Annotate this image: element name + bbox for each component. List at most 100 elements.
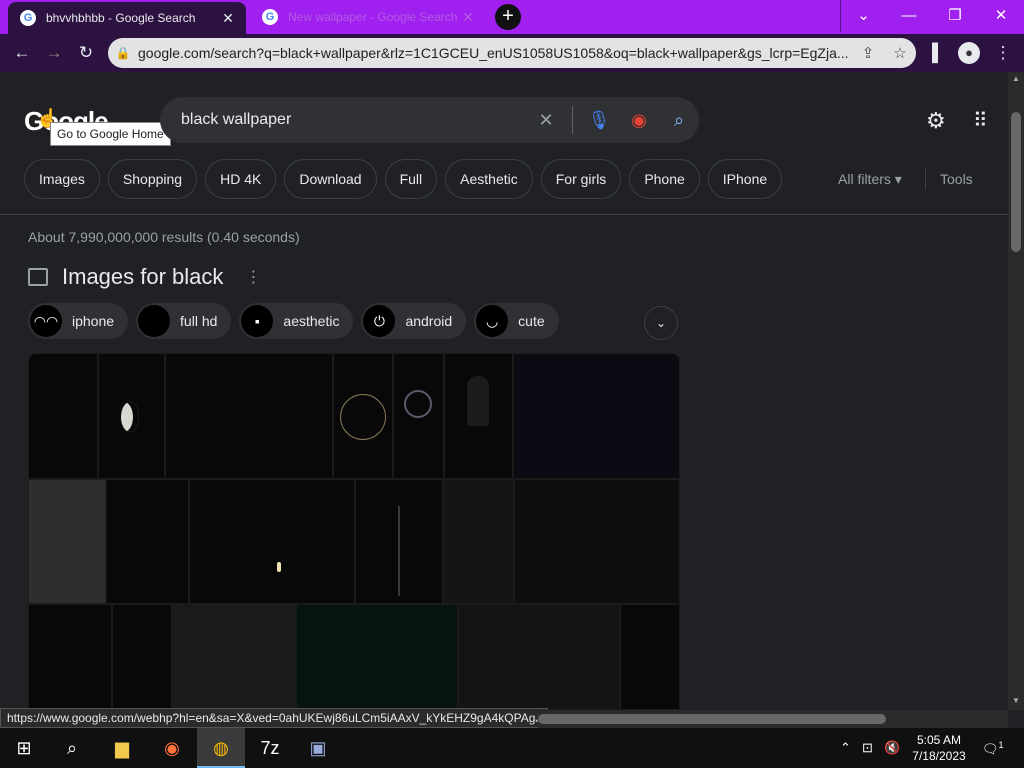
- image-thumbnail[interactable]: [333, 353, 393, 479]
- minimize-button[interactable]: —: [886, 0, 932, 32]
- search-icon[interactable]: ⌕: [659, 110, 699, 131]
- microphone-icon[interactable]: 🎙: [579, 110, 619, 131]
- share-icon[interactable]: ⇪: [852, 44, 884, 62]
- close-window-button[interactable]: ✕: [978, 0, 1024, 32]
- divider: [0, 214, 1008, 215]
- chip-phone[interactable]: Phone: [629, 159, 700, 199]
- menu-kebab-icon[interactable]: ⋮: [990, 40, 1016, 66]
- notification-center-icon[interactable]: 🗨1: [982, 740, 1004, 757]
- images-section-title[interactable]: Images for black: [62, 264, 223, 290]
- file-explorer-icon[interactable]: ▆: [98, 728, 146, 768]
- scroll-thumb[interactable]: [1011, 112, 1021, 252]
- expand-chevron-icon[interactable]: ⌄: [644, 306, 678, 340]
- image-thumbnail[interactable]: [514, 479, 680, 604]
- chrome-icon[interactable]: ◍: [197, 728, 245, 768]
- image-thumbnail[interactable]: [165, 353, 333, 479]
- lens-camera-icon[interactable]: ◉: [619, 110, 659, 131]
- clock-time: 5:05 AM: [916, 733, 962, 747]
- chip-thumbnail: ◠◠: [30, 305, 62, 337]
- horizontal-scrollbar[interactable]: [538, 710, 1008, 728]
- image-thumbnail[interactable]: [112, 604, 172, 710]
- browser-toolbar: ← → ↻ 🔒 google.com/search?q=black+wallpa…: [0, 34, 1024, 72]
- all-filters-button[interactable]: All filters ▾: [838, 171, 902, 188]
- search-icon[interactable]: ⌕: [48, 728, 96, 768]
- system-clock[interactable]: 5:05 AM 7/18/2023: [906, 732, 972, 764]
- image-thumbnail[interactable]: [28, 353, 98, 479]
- search-input[interactable]: black wallpaper: [160, 111, 526, 129]
- image-thumbnail[interactable]: [28, 604, 112, 710]
- close-icon[interactable]: ✕: [218, 10, 238, 27]
- apps-grid-icon[interactable]: ⠿: [973, 108, 988, 133]
- candle-image: [277, 562, 281, 572]
- lock-icon[interactable]: 🔒: [108, 46, 138, 60]
- image-thumbnail[interactable]: [393, 353, 444, 479]
- more-options-icon[interactable]: ⋮: [245, 267, 261, 287]
- chip-hd-4k[interactable]: HD 4K: [205, 159, 277, 199]
- clear-icon[interactable]: ✕: [526, 110, 566, 131]
- tab-search-icon[interactable]: ⌄: [840, 0, 886, 32]
- image-thumbnail[interactable]: [172, 604, 296, 710]
- tab-google-search-1[interactable]: G bhvvhbhbb - Google Search ✕: [8, 2, 246, 34]
- scroll-thumb[interactable]: [538, 714, 886, 724]
- image-thumbnail[interactable]: [355, 479, 443, 604]
- firefox-icon[interactable]: ◉: [148, 728, 196, 768]
- chip-aesthetic[interactable]: Aesthetic: [445, 159, 533, 199]
- tab-google-search-2[interactable]: G New wallpaper - Google Search ✕: [250, 0, 486, 34]
- image-thumbnail[interactable]: [296, 604, 458, 710]
- windows-start-icon[interactable]: ⊞: [0, 728, 48, 768]
- address-bar[interactable]: 🔒 google.com/search?q=black+wallpaper&rl…: [108, 38, 916, 68]
- tab-strip: G bhvvhbhbb - Google Search ✕ G New wall…: [0, 0, 1024, 34]
- all-filters-label: All filters: [838, 171, 891, 187]
- profile-avatar-icon[interactable]: ●: [958, 42, 980, 64]
- chip-shopping[interactable]: Shopping: [107, 159, 198, 199]
- moon-image: [121, 402, 139, 432]
- scroll-up-icon[interactable]: ▲: [1008, 74, 1024, 83]
- chip-thumbnail: ◡: [476, 305, 509, 337]
- refine-chip-label: cute: [518, 313, 545, 329]
- image-icon: [28, 268, 48, 286]
- chip-thumbnail: ▪: [241, 305, 274, 337]
- reload-icon[interactable]: ↻: [73, 40, 99, 66]
- image-thumbnail[interactable]: [458, 604, 620, 710]
- back-icon[interactable]: ←: [9, 40, 35, 66]
- status-bar-link: https://www.google.com/webhp?hl=en&sa=X&…: [0, 708, 549, 728]
- hooded-figure-image: [467, 376, 489, 426]
- rose-stem-image: [398, 506, 400, 596]
- tab-title: New wallpaper - Google Search: [288, 10, 458, 24]
- image-thumbnail[interactable]: [106, 479, 189, 604]
- chip-iphone[interactable]: IPhone: [707, 159, 783, 199]
- refine-chip-cute[interactable]: ◡ cute: [474, 303, 559, 339]
- mandala-image: [340, 394, 386, 440]
- image-thumbnail[interactable]: [443, 479, 514, 604]
- close-icon[interactable]: ✕: [458, 9, 478, 26]
- chip-images[interactable]: Images: [24, 159, 100, 199]
- bookmark-star-icon[interactable]: ☆: [884, 44, 916, 62]
- image-thumbnail[interactable]: [620, 604, 680, 710]
- image-thumbnail[interactable]: [28, 479, 106, 604]
- volume-muted-icon[interactable]: 🔇: [884, 740, 900, 756]
- refine-chip-full-hd[interactable]: full hd: [136, 303, 232, 339]
- 7zip-icon[interactable]: 7z: [246, 728, 294, 768]
- chip-download[interactable]: Download: [284, 159, 377, 199]
- tools-button[interactable]: Tools: [940, 171, 973, 187]
- gear-icon[interactable]: ⚙: [926, 108, 946, 134]
- search-box[interactable]: black wallpaper ✕ 🎙 ◉ ⌕: [160, 97, 699, 143]
- scroll-down-icon[interactable]: ▼: [1008, 696, 1024, 705]
- app-window-icon[interactable]: ▣: [294, 728, 342, 768]
- image-thumbnail[interactable]: [98, 353, 165, 479]
- show-hidden-icons[interactable]: ⌃: [840, 740, 851, 756]
- vertical-scrollbar[interactable]: ▲ ▼: [1008, 72, 1024, 710]
- network-icon[interactable]: ⊡: [862, 740, 873, 756]
- image-thumbnail[interactable]: [444, 353, 513, 479]
- restore-button[interactable]: ❐: [932, 0, 978, 32]
- chip-full[interactable]: Full: [384, 159, 438, 199]
- image-thumbnail[interactable]: [189, 479, 355, 604]
- forward-icon[interactable]: →: [41, 40, 67, 66]
- refine-chip-android[interactable]: ⏻ android: [361, 303, 467, 339]
- refine-chip-iphone[interactable]: ◠◠ iphone: [28, 303, 129, 339]
- refine-chip-aesthetic[interactable]: ▪ aesthetic: [239, 303, 354, 339]
- new-tab-button[interactable]: +: [495, 4, 521, 30]
- image-thumbnail[interactable]: [513, 353, 680, 479]
- chip-for-girls[interactable]: For girls: [540, 159, 622, 199]
- side-panel-icon[interactable]: ▌: [925, 40, 951, 66]
